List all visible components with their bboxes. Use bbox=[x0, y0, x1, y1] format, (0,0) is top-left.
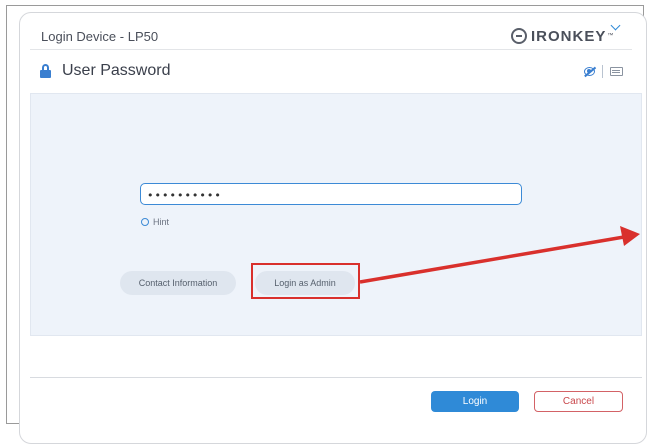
hint-option[interactable]: Hint bbox=[141, 217, 169, 227]
cancel-button[interactable]: Cancel bbox=[534, 391, 623, 412]
hint-label: Hint bbox=[153, 217, 170, 227]
footer-divider bbox=[30, 377, 642, 378]
annotation-highlight-box bbox=[251, 263, 360, 299]
title-divider bbox=[30, 49, 632, 50]
lock-icon bbox=[40, 64, 51, 78]
page-title: User Password bbox=[62, 62, 171, 79]
hint-radio-icon[interactable] bbox=[141, 218, 149, 226]
title-bar: Login Device - LP50 IRONKEY ™ bbox=[21, 14, 633, 50]
login-button[interactable]: Login bbox=[431, 391, 519, 412]
login-panel bbox=[30, 93, 642, 336]
window-title: Login Device - LP50 bbox=[41, 29, 159, 44]
brand-trademark: ™ bbox=[607, 33, 614, 39]
contact-information-button[interactable]: Contact Information bbox=[120, 271, 236, 295]
ironkey-logo-icon bbox=[511, 28, 527, 44]
brand-name: IRONKEY bbox=[531, 27, 607, 45]
show-password-icon[interactable] bbox=[584, 67, 595, 76]
brand-logo: IRONKEY ™ bbox=[511, 26, 613, 46]
section-header: User Password bbox=[30, 58, 632, 86]
icon-separator bbox=[602, 65, 603, 78]
password-input[interactable] bbox=[140, 183, 522, 205]
virtual-keyboard-icon[interactable] bbox=[610, 67, 623, 76]
